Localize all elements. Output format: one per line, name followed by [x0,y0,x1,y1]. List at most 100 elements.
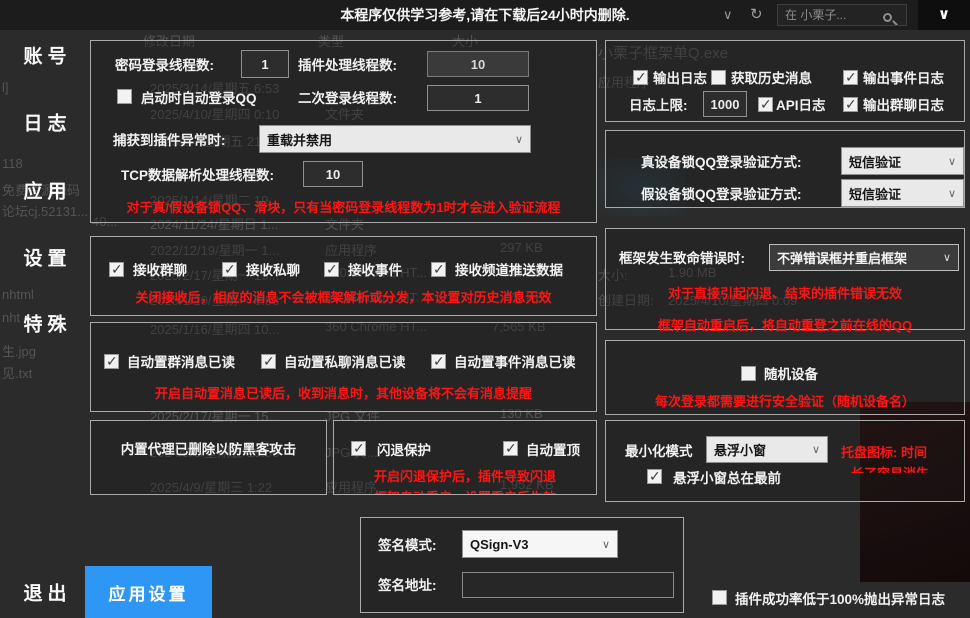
signature-group: 签名模式: QSign-V3∨ 签名地址: [360,517,684,613]
plugin-exception-value: 重载并禁用 [267,130,332,149]
autoread-group: 自动置群消息已读 自动置私聊消息已读 自动置事件消息已读 开启自动置消息已读后，… [90,322,597,412]
login-settings-group: 密码登录线程数: 插件处理线程数: 启动时自动登录QQ 二次登录线程数: 捕获到… [90,40,597,223]
bg-fragment: 论坛cj.52131... [2,201,88,220]
event-log-checkbox[interactable] [843,70,858,85]
crash-warning-1: 开启闪退保护后，插件导致闪退 [334,466,596,485]
fake-device-lock-label: 假设备锁QQ登录验证方式: [641,183,802,203]
chevron-down-icon[interactable]: ∨ [723,0,733,30]
sidebar-item-logs[interactable]: 日志 [0,109,90,136]
sign-mode-select[interactable]: QSign-V3∨ [462,530,618,558]
random-device-group: 随机设备 每次登录都需要进行安全验证（随机设备名） [605,340,965,415]
chevron-down-icon: ∨ [812,443,820,456]
group-log-label: 输出群聊日志 [863,94,944,114]
tcp-threads-label: TCP数据解析处理线程数: [121,164,274,184]
autoread-private-checkbox[interactable] [261,354,276,369]
proxy-group: 内置代理已删除以防黑客攻击 [90,420,327,495]
second-threads-label: 二次登录线程数: [298,87,397,107]
plugin-exception-select[interactable]: 重载并禁用 ∨ [259,125,531,153]
fatal-warning-2: 框架自动重启后，将自动重登之前在线的QQ [606,315,964,334]
sidebar-item-apps[interactable]: 应用 [0,177,90,204]
minimize-group: 最小化模式 悬浮小窗 ∨ 托盘图标: 时间 长了容易消失 悬浮小窗总在最前 [605,420,965,502]
chevron-down-icon: ∨ [515,133,523,146]
real-device-lock-select[interactable]: 短信验证∨ [841,147,964,175]
minimize-mode-label: 最小化模式 [625,440,693,460]
plugin-rate-label: 插件成功率低于100%抛出异常日志 [735,588,945,608]
auto-top-checkbox[interactable] [503,441,518,456]
plugin-rate-checkbox[interactable] [712,590,727,605]
event-log-label: 输出事件日志 [863,67,944,87]
fake-device-lock-select[interactable]: 短信验证∨ [841,179,964,207]
receive-channel-label: 接收频道推送数据 [455,259,563,279]
history-msg-label: 获取历史消息 [731,67,812,87]
tcp-threads-input[interactable] [303,161,363,187]
receive-event-label: 接收事件 [348,259,402,279]
minimize-mode-value: 悬浮小窗 [714,440,766,459]
receive-private-label: 接收私聊 [246,259,300,279]
api-log-label: API日志 [776,94,826,114]
receive-event-checkbox[interactable] [324,262,339,277]
crash-protect-checkbox[interactable] [351,441,366,456]
output-log-label: 输出日志 [653,67,707,87]
bg-fragment: 118 [2,156,23,171]
receive-private-checkbox[interactable] [222,262,237,277]
auto-top-label: 自动置顶 [526,439,580,459]
sign-addr-input[interactable] [462,572,674,598]
chevron-down-icon: ∨ [948,155,956,168]
random-device-warning: 每次登录都需要进行安全验证（随机设备名） [606,391,964,410]
tray-note-1: 托盘图标: 时间 [841,442,927,461]
output-log-checkbox[interactable] [633,70,648,85]
receive-channel-checkbox[interactable] [431,262,446,277]
random-device-label: 随机设备 [764,363,818,383]
sidebar-item-exit[interactable]: 退出 [0,579,90,606]
receive-warning-text: 关闭接收后，相应的消息不会被框架解析或分发，本设置对历史消息无效 [91,287,596,306]
receive-groupchat-label: 接收群聊 [133,259,187,279]
api-log-checkbox[interactable] [758,97,773,112]
bg-fragment: 生.jpg [2,341,36,360]
autoread-event-checkbox[interactable] [431,354,446,369]
autoread-group-checkbox[interactable] [104,354,119,369]
chevron-down-icon: ∨ [943,251,951,264]
fatal-error-value: 不弹错误框并重启框架 [777,248,907,267]
float-top-label: 悬浮小窗总在最前 [673,467,781,487]
search-icon [883,13,892,22]
sign-addr-label: 签名地址: [378,574,437,594]
collapse-button[interactable]: ∨ [918,0,970,30]
crash-warning-2: 框架自动重启，设置重启后生效 [334,487,596,495]
plugin-threads-input[interactable] [427,51,529,77]
fatal-warning-1: 对于直接引起闪退、结束的插件错误无效 [606,283,964,302]
fatal-error-group: 框架发生致命错误时: 不弹错误框并重启框架 ∨ 对于直接引起闪退、结束的插件错误无… [605,228,965,330]
chevron-down-icon: ∨ [948,187,956,200]
title-bar: 本程序仅供学习参考,请在下载后24小时内删除. ∨ ↻ 在 小栗子... [0,0,970,30]
float-top-checkbox[interactable] [647,469,662,484]
search-input[interactable]: 在 小栗子... [777,4,907,26]
sidebar-item-settings[interactable]: 设置 [0,244,90,271]
sidebar-item-special[interactable]: 特殊 [0,310,90,337]
apply-settings-button[interactable]: 应用设置 [85,566,212,618]
bg-fragment: l] [2,80,9,95]
history-msg-checkbox[interactable] [711,70,726,85]
login-warning-text: 对于真/假设备锁QQ、滑块，只有当密码登录线程数为1时才会进入验证流程 [91,197,596,216]
sign-mode-label: 签名模式: [378,534,437,554]
second-threads-input[interactable] [427,85,529,111]
chevron-down-icon: ∨ [602,538,610,551]
fatal-error-select[interactable]: 不弹错误框并重启框架 ∨ [769,244,959,271]
auto-login-checkbox[interactable] [117,89,132,104]
log-limit-input[interactable] [703,91,747,117]
auto-login-label: 启动时自动登录QQ [141,87,257,107]
minimize-mode-select[interactable]: 悬浮小窗 ∨ [706,436,828,463]
receive-groupchat-checkbox[interactable] [109,262,124,277]
real-device-lock-label: 真设备锁QQ登录验证方式: [641,151,802,171]
crash-protect-label: 闪退保护 [377,439,431,459]
fatal-error-label: 框架发生致命错误时: [619,247,745,267]
group-log-checkbox[interactable] [843,97,858,112]
tray-note-2: 长了容易消失 [851,463,929,473]
refresh-icon[interactable]: ↻ [750,0,763,30]
autoread-warning-text: 开启自动置消息已读后，收到消息时，其他设备将不会有消息提醒 [91,383,596,402]
receive-group: 接收群聊 接收私聊 接收事件 接收频道推送数据 关闭接收后，相应的消息不会被框架… [90,236,597,316]
log-settings-group: 输出日志 获取历史消息 输出事件日志 日志上限: API日志 输出群聊日志 [605,40,965,122]
sidebar-item-account[interactable]: 账号 [0,42,90,69]
pwd-threads-input[interactable] [241,50,289,78]
random-device-checkbox[interactable] [741,366,756,381]
autoread-group-label: 自动置群消息已读 [127,351,235,371]
device-lock-group: 真设备锁QQ登录验证方式: 短信验证∨ 假设备锁QQ登录验证方式: 短信验证∨ [605,130,965,208]
